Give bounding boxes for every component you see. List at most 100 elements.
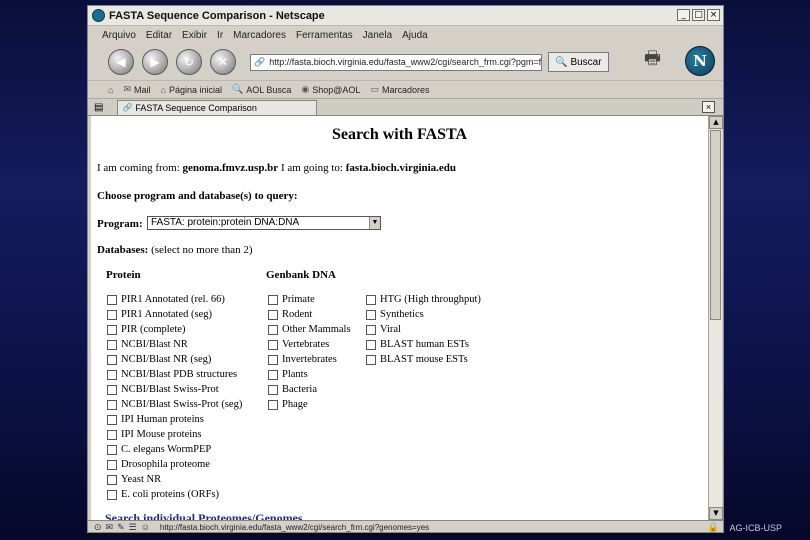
checkbox[interactable]: [107, 339, 117, 350]
checkbox[interactable]: [268, 309, 278, 320]
protein-checkbox-item[interactable]: NCBI/Blast PDB structures: [107, 369, 237, 380]
protein-checkbox-item[interactable]: IPI Human proteins: [107, 414, 204, 425]
protein-checkbox-item[interactable]: PIR1 Annotated (seg): [107, 309, 212, 320]
protein-checkbox-item[interactable]: PIR1 Annotated (rel. 66): [107, 294, 225, 305]
checkbox[interactable]: [268, 384, 278, 395]
genbank-checkbox-item[interactable]: Plants: [268, 369, 308, 380]
checkbox[interactable]: [366, 309, 376, 320]
genbank-checkbox-item[interactable]: Invertebrates: [268, 354, 337, 365]
bookmark-mail[interactable]: ✉ Mail: [123, 84, 150, 95]
stop-button[interactable]: ✕: [210, 49, 236, 75]
checkbox[interactable]: [366, 324, 376, 335]
back-button[interactable]: ◀: [108, 49, 134, 75]
genbank-checkbox-item[interactable]: Rodent: [268, 309, 312, 320]
bookmark-shop-aol[interactable]: ◉ Shop@AOL: [301, 84, 360, 95]
home-button[interactable]: ⌂: [108, 85, 113, 95]
mail-icon: ✉: [123, 84, 131, 94]
checkbox[interactable]: [107, 444, 117, 455]
mail-icon[interactable]: ✉: [106, 522, 114, 532]
minimize-button[interactable]: _: [677, 9, 690, 21]
other-checkbox-item[interactable]: BLAST mouse ESTs: [366, 354, 468, 365]
genbank-checkbox-item[interactable]: Primate: [268, 294, 315, 305]
genbank-checkbox-item[interactable]: Bacteria: [268, 384, 317, 395]
vertical-scrollbar[interactable]: ▲ ▼: [708, 116, 723, 520]
program-select[interactable]: FASTA: protein:protein DNA:DNA ▼: [147, 216, 381, 230]
protein-checkbox-item[interactable]: Drosophila proteome: [107, 459, 210, 470]
bookmark-label: AOL Busca: [246, 84, 292, 95]
bookmark-home-page[interactable]: ⌂ Página inicial: [161, 85, 222, 95]
checkbox-label: IPI Human proteins: [121, 414, 204, 425]
search-button[interactable]: 🔍 Buscar: [548, 52, 609, 72]
folder-icon: ▭: [370, 84, 379, 94]
composer-icon[interactable]: ✎: [117, 522, 125, 532]
checkbox[interactable]: [107, 354, 117, 365]
scroll-down-icon[interactable]: ▼: [709, 507, 723, 520]
checkbox[interactable]: [268, 399, 278, 410]
menu-marcadores[interactable]: Marcadores: [233, 30, 286, 41]
navigator-icon[interactable]: ⊙: [94, 522, 102, 532]
menu-janela[interactable]: Janela: [363, 30, 392, 41]
checkbox[interactable]: [268, 339, 278, 350]
checkbox[interactable]: [366, 339, 376, 350]
bookmark-marcadores[interactable]: ▭ Marcadores: [370, 84, 429, 95]
checkbox[interactable]: [107, 489, 117, 500]
databases-line: Databases: (select no more than 2): [97, 244, 253, 256]
menu-ferramentas[interactable]: Ferramentas: [296, 30, 353, 41]
menu-ir[interactable]: Ir: [217, 30, 223, 41]
protein-checkbox-item[interactable]: NCBI/Blast NR (seg): [107, 354, 211, 365]
tab-fasta[interactable]: 🔗 FASTA Sequence Comparison: [117, 99, 318, 115]
checkbox[interactable]: [107, 294, 117, 305]
checkbox[interactable]: [107, 474, 117, 485]
checkbox[interactable]: [268, 294, 278, 305]
checkbox[interactable]: [268, 324, 278, 335]
checkbox[interactable]: [107, 309, 117, 320]
scroll-thumb[interactable]: [710, 130, 721, 320]
protein-checkbox-item[interactable]: NCBI/Blast Swiss-Prot (seg): [107, 399, 242, 410]
genbank-checkbox-item[interactable]: Other Mammals: [268, 324, 351, 335]
checkbox-label: Bacteria: [282, 384, 317, 395]
checkbox[interactable]: [107, 429, 117, 440]
forward-button[interactable]: ▶: [142, 49, 168, 75]
menu-arquivo[interactable]: Arquivo: [102, 30, 136, 41]
protein-checkbox-item[interactable]: C. elegans WormPEP: [107, 444, 211, 455]
aol-icon: ◉: [301, 84, 310, 94]
other-checkbox-item[interactable]: Synthetics: [366, 309, 424, 320]
checkbox[interactable]: [107, 384, 117, 395]
checkbox[interactable]: [268, 369, 278, 380]
protein-checkbox-item[interactable]: NCBI/Blast NR: [107, 339, 188, 350]
protein-checkbox-item[interactable]: PIR (complete): [107, 324, 185, 335]
proteomes-heading[interactable]: Search individual Proteomes/Genomes: [105, 511, 303, 520]
menu-ajuda[interactable]: Ajuda: [402, 30, 428, 41]
url-field[interactable]: 🔗 http://fasta.bioch.virginia.edu/fasta_…: [250, 53, 542, 71]
other-checkbox-item[interactable]: HTG (High throughput): [366, 294, 481, 305]
protein-checkbox-item[interactable]: E. coli proteins (ORFs): [107, 489, 219, 500]
chat-icon[interactable]: ☺: [141, 522, 150, 532]
checkbox[interactable]: [268, 354, 278, 365]
databases-label: Databases:: [97, 244, 149, 256]
checkbox[interactable]: [107, 324, 117, 335]
checkbox[interactable]: [366, 294, 376, 305]
checkbox[interactable]: [107, 369, 117, 380]
other-checkbox-item[interactable]: Viral: [366, 324, 401, 335]
print-icon[interactable]: 🖶: [644, 46, 670, 72]
reload-button[interactable]: ↻: [176, 49, 202, 75]
close-window-button[interactable]: ×: [707, 9, 720, 21]
menu-editar[interactable]: Editar: [146, 30, 172, 41]
checkbox[interactable]: [107, 459, 117, 470]
maximize-button[interactable]: □: [692, 9, 705, 21]
genbank-checkbox-item[interactable]: Phage: [268, 399, 308, 410]
protein-checkbox-item[interactable]: Yeast NR: [107, 474, 161, 485]
protein-checkbox-item[interactable]: NCBI/Blast Swiss-Prot: [107, 384, 219, 395]
checkbox[interactable]: [107, 399, 117, 410]
protein-checkbox-item[interactable]: IPI Mouse proteins: [107, 429, 202, 440]
genbank-checkbox-item[interactable]: Vertebrates: [268, 339, 329, 350]
checkbox[interactable]: [107, 414, 117, 425]
scroll-up-icon[interactable]: ▲: [709, 116, 723, 129]
checkbox[interactable]: [366, 354, 376, 365]
bookmark-aol-search[interactable]: 🔍 AOL Busca: [232, 84, 291, 95]
addressbook-icon[interactable]: ☰: [129, 522, 137, 532]
menu-exibir[interactable]: Exibir: [182, 30, 207, 41]
tab-list-icon[interactable]: ▤: [94, 102, 103, 113]
other-checkbox-item[interactable]: BLAST human ESTs: [366, 339, 469, 350]
close-tab-button[interactable]: ×: [702, 101, 715, 113]
